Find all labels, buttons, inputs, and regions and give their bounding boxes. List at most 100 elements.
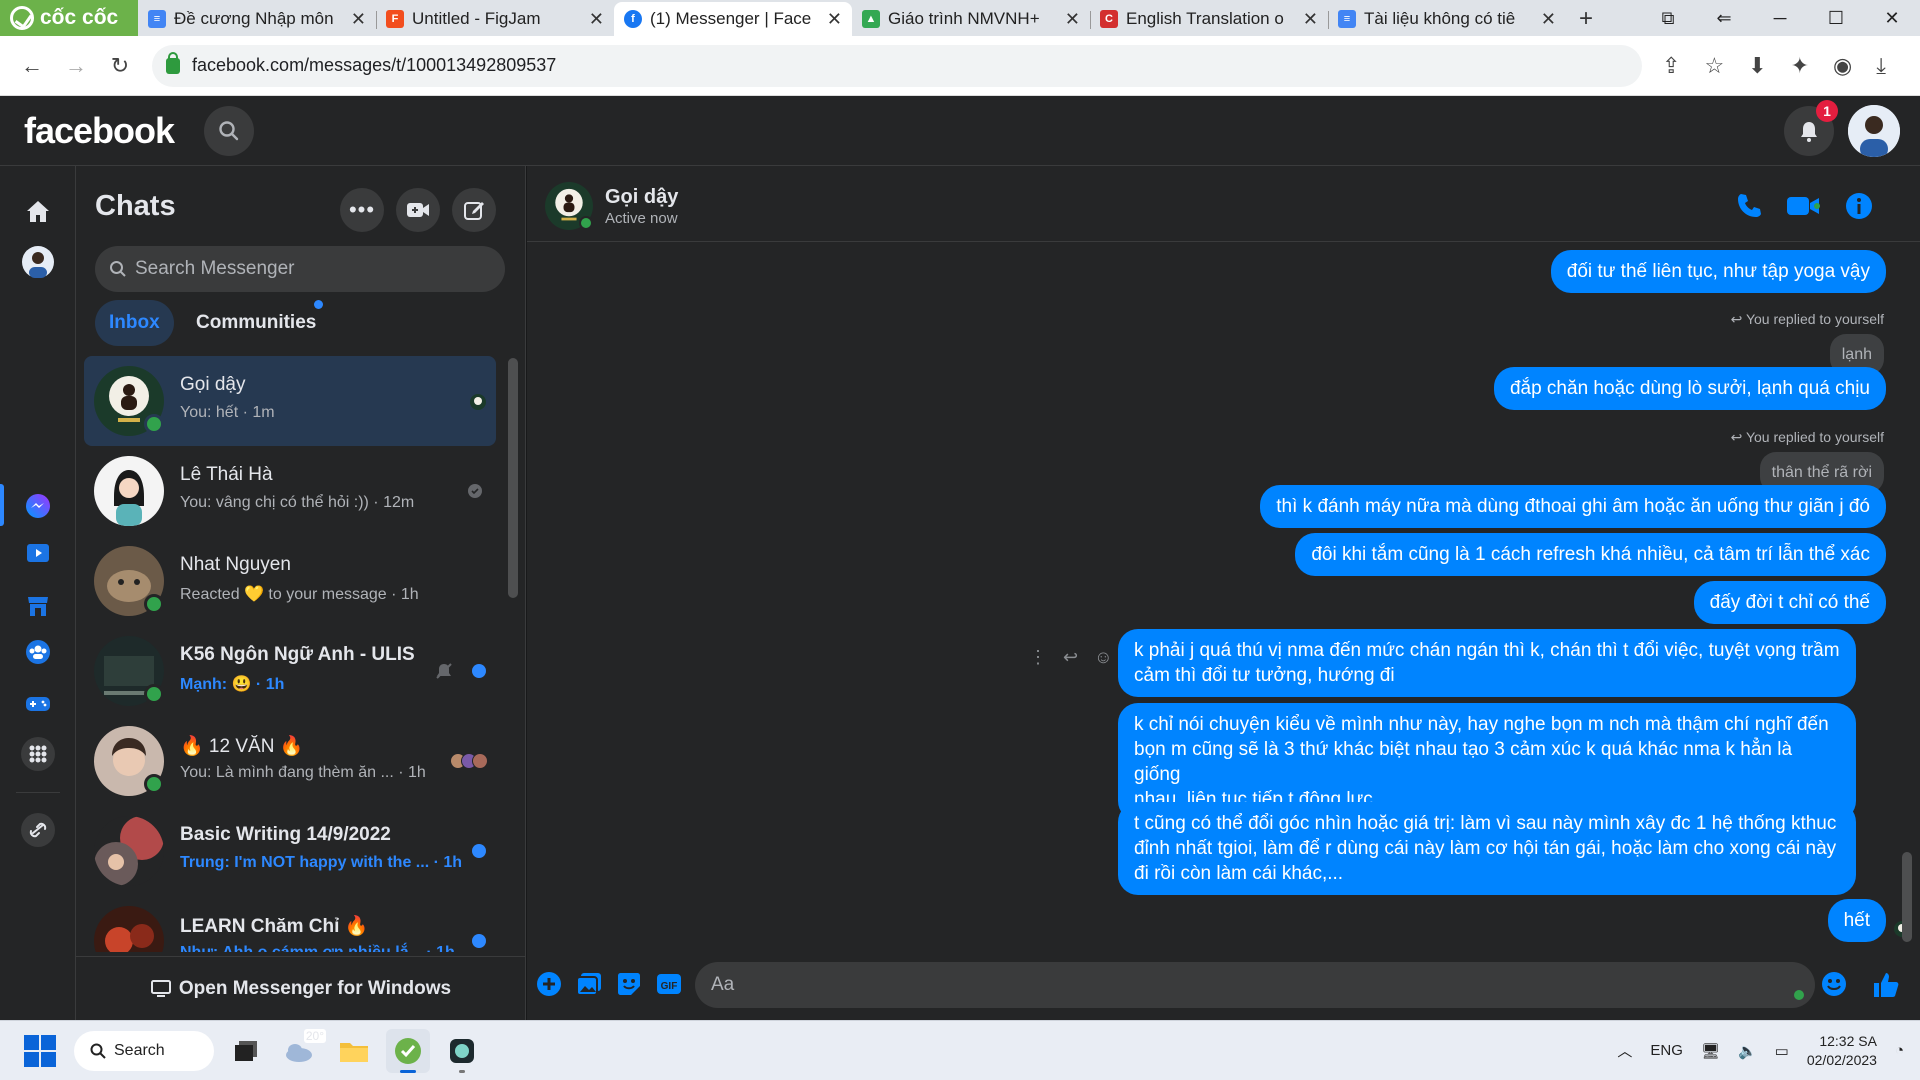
new-tab-button[interactable]: + xyxy=(1566,2,1606,36)
close-icon[interactable]: ✕ xyxy=(589,9,604,30)
phone-call-icon[interactable] xyxy=(1733,190,1765,222)
message-bubble[interactable]: đắp chăn hoặc dùng lò sưởi, lạnh quá chị… xyxy=(1493,367,1886,410)
rail-gaming[interactable] xyxy=(18,684,58,724)
back-icon[interactable]: ← xyxy=(10,53,54,79)
reload-icon[interactable]: ↻ xyxy=(98,53,142,79)
more-vertical-icon[interactable]: ⋮ xyxy=(1029,647,1047,668)
minimize-icon[interactable]: ─ xyxy=(1752,8,1808,29)
url-field[interactable]: facebook.com/messages/t/100013492809537 xyxy=(152,44,1642,87)
network-icon[interactable]: 🖥 xyxy=(1701,1042,1720,1060)
notifications-button[interactable]: 1 xyxy=(1784,99,1838,156)
thumbs-up-icon[interactable] xyxy=(1871,970,1901,1000)
profile-icon[interactable]: ◉ xyxy=(1833,53,1852,79)
taskbar-search[interactable]: Search xyxy=(74,1030,214,1071)
rail-link[interactable] xyxy=(18,810,58,850)
maximize-icon[interactable]: ☐ xyxy=(1808,8,1864,29)
rail-marketplace[interactable] xyxy=(18,586,58,626)
gif-icon[interactable]: GIF xyxy=(655,970,683,998)
share-icon[interactable]: ⇪ xyxy=(1662,53,1680,79)
tab-communities[interactable]: Communities xyxy=(182,300,330,346)
app-taskbar-button[interactable] xyxy=(440,1029,484,1073)
close-window-icon[interactable]: ✕ xyxy=(1864,8,1920,29)
tab-tai-lieu[interactable]: ≡ Tài liệu không có tiê ✕ xyxy=(1328,2,1566,36)
contact-name[interactable]: Gọi dậy xyxy=(605,186,678,209)
download-page-icon[interactable]: ⬇ xyxy=(1748,53,1766,79)
rail-groups[interactable] xyxy=(18,632,58,672)
message-bubble[interactable]: đấy đời t chỉ có thế xyxy=(1693,581,1886,624)
conversation-item[interactable]: Basic Writing 14/9/2022 Trung: I'm NOT h… xyxy=(84,806,496,896)
image-icon[interactable] xyxy=(575,970,603,998)
tab-giao-trinh[interactable]: ▲ Giáo trình NMVNH+ ✕ xyxy=(852,2,1090,36)
forward-icon[interactable]: → xyxy=(54,53,98,79)
rail-watch[interactable] xyxy=(18,534,58,574)
react-emoji-icon[interactable]: ☺ xyxy=(1094,647,1112,668)
tab-de-cuong[interactable]: ≡ Đề cương Nhập môn ✕ xyxy=(138,2,376,36)
language-indicator[interactable]: ENG xyxy=(1650,1042,1683,1059)
search-icon xyxy=(219,120,239,140)
video-call-icon[interactable] xyxy=(1785,190,1823,222)
rail-home[interactable] xyxy=(18,192,58,232)
coccoc-menu-button[interactable]: cốc cốc xyxy=(0,0,138,36)
emoji-icon[interactable] xyxy=(1820,970,1848,998)
back-forward-cache-icon[interactable]: ⇐ xyxy=(1696,8,1752,29)
downloads-icon[interactable]: ⤓ xyxy=(1876,53,1886,79)
conversation-item[interactable]: Gọi dậy You: hết · 1m xyxy=(84,356,496,446)
coccoc-taskbar-button[interactable] xyxy=(386,1028,430,1073)
message-input-placeholder: Aa xyxy=(711,974,735,995)
message-bubble[interactable]: đôi khi tắm cũng là 1 cách refresh khá n… xyxy=(1295,533,1886,576)
chat-list-scrollbar[interactable] xyxy=(508,358,518,598)
reply-note-text: You replied to yourself xyxy=(1745,429,1884,445)
conversation-item[interactable]: K56 Ngôn Ngữ Anh - ULIS Mạnh: 😃 · 1h xyxy=(84,626,496,716)
extensions-icon[interactable]: ✦ xyxy=(1791,53,1809,79)
message-input[interactable]: Aa xyxy=(695,962,1815,1008)
close-icon[interactable]: ✕ xyxy=(1541,9,1556,30)
volume-icon[interactable]: 🔈 xyxy=(1738,1042,1757,1060)
thread-scrollbar[interactable] xyxy=(1902,852,1912,942)
facebook-search-button[interactable] xyxy=(204,105,255,156)
battery-icon[interactable]: ▭ xyxy=(1775,1042,1789,1060)
rail-profile[interactable] xyxy=(18,242,58,282)
message-bubble[interactable]: k phải j quá thú vị nma đến mức chán ngá… xyxy=(1118,629,1856,697)
clock[interactable]: 12:32 SA 02/02/2023 xyxy=(1807,1032,1877,1070)
account-avatar[interactable] xyxy=(1848,104,1900,157)
windows-start-icon[interactable] xyxy=(24,1034,56,1067)
message-bubble[interactable]: đối tư thế liên tục, như tập yoga vậy xyxy=(1550,250,1886,293)
close-icon[interactable]: ✕ xyxy=(827,9,842,30)
rail-menu[interactable] xyxy=(18,734,58,774)
bookmark-star-icon[interactable]: ☆ xyxy=(1704,53,1724,79)
conversation-item[interactable]: Nhat Nguyen Reacted 💛 to your message · … xyxy=(84,536,496,626)
reply-icon[interactable]: ↩ xyxy=(1063,647,1078,668)
conversation-item[interactable]: 🔥 12 VĂN 🔥 You: Là mình đang thèm ăn ...… xyxy=(84,716,496,806)
info-icon[interactable] xyxy=(1843,190,1875,222)
tab-search-icon[interactable]: ⧉ xyxy=(1640,8,1696,29)
plus-circle-icon[interactable] xyxy=(535,970,563,998)
tab-messenger[interactable]: f (1) Messenger | Face ✕ xyxy=(614,2,852,36)
tab-figjam[interactable]: F Untitled - FigJam ✕ xyxy=(376,2,614,36)
message-bubble[interactable]: hết xyxy=(1827,899,1886,942)
rail-messenger[interactable] xyxy=(18,486,58,526)
close-icon[interactable]: ✕ xyxy=(351,9,366,30)
open-messenger-windows-button[interactable]: Open Messenger for Windows xyxy=(76,956,526,1020)
chat-options-button[interactable]: ••• xyxy=(340,188,384,232)
notifications-icon[interactable]: ◔ xyxy=(1895,1042,1904,1059)
weather-widget[interactable]: 20° xyxy=(278,1028,326,1073)
unread-dot xyxy=(472,934,486,948)
task-view-button[interactable] xyxy=(224,1029,268,1073)
tab-inbox[interactable]: Inbox xyxy=(95,300,174,346)
message-bubble[interactable]: t cũng có thể đổi góc nhìn hoặc giá trị:… xyxy=(1118,802,1856,895)
new-room-button[interactable] xyxy=(396,188,440,232)
conversation-item[interactable]: LEARN Chăm Chỉ 🔥 Như: Ahh o cámm ơn nhiề… xyxy=(84,896,496,952)
message-bubble[interactable]: thì k đánh máy nữa mà dùng đthoai ghi âm… xyxy=(1260,485,1886,528)
file-explorer-button[interactable] xyxy=(332,1029,376,1073)
tab-english-translation[interactable]: C English Translation o ✕ xyxy=(1090,2,1328,36)
close-icon[interactable]: ✕ xyxy=(1065,9,1080,30)
chevron-up-icon[interactable]: ︿ xyxy=(1617,1040,1632,1061)
new-message-button[interactable] xyxy=(452,188,496,232)
messenger-search-input[interactable]: Search Messenger xyxy=(95,246,505,292)
unread-dot xyxy=(472,664,486,678)
conversation-item[interactable]: Lê Thái Hà You: vâng chị có thể hỏi :)) … xyxy=(84,446,496,536)
conversation-avatar xyxy=(94,456,164,526)
sticker-icon[interactable] xyxy=(615,970,643,998)
facebook-logo[interactable]: facebook xyxy=(24,110,175,152)
close-icon[interactable]: ✕ xyxy=(1303,9,1318,30)
